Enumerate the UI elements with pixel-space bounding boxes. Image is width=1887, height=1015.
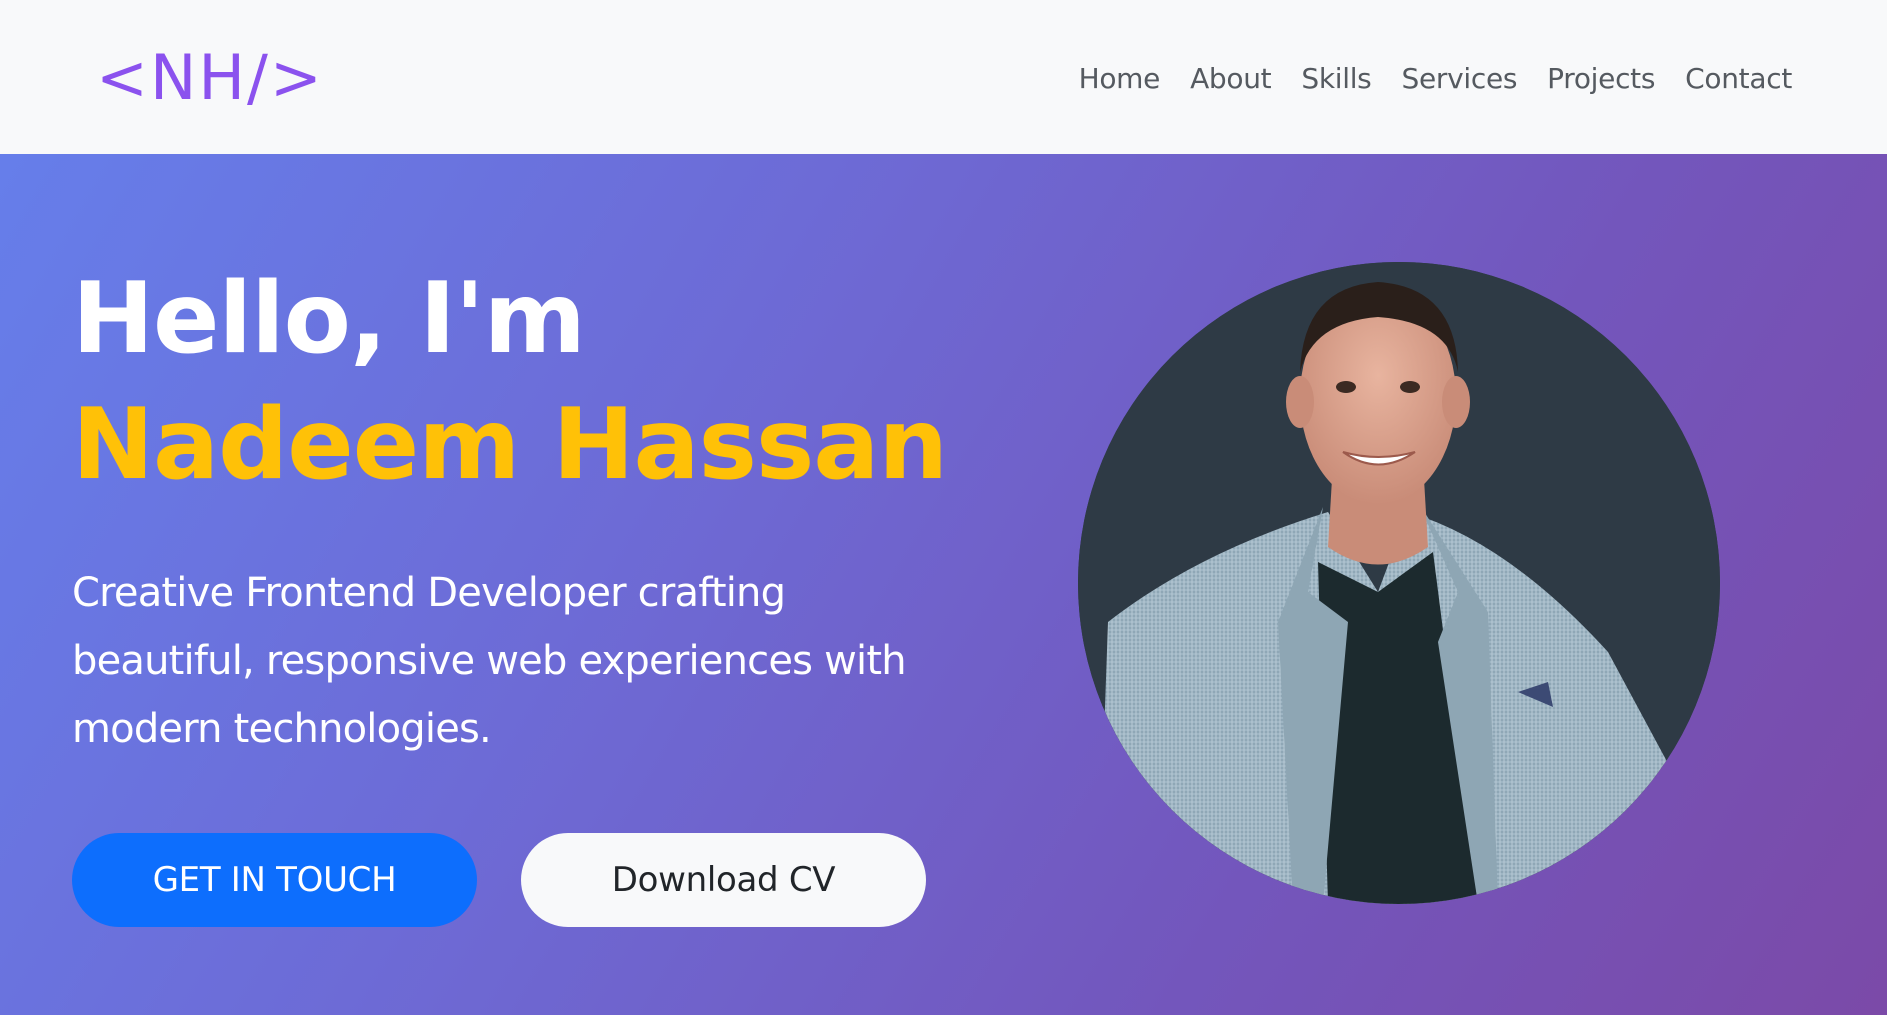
navbar: <NH/> Home About Skills Services Project… xyxy=(0,0,1887,154)
get-in-touch-button[interactable]: GET IN TOUCH xyxy=(72,833,477,927)
nav-link-projects[interactable]: Projects xyxy=(1547,62,1655,95)
logo[interactable]: <NH/> xyxy=(96,47,324,109)
nav-link-services[interactable]: Services xyxy=(1401,62,1517,95)
nav-links: Home About Skills Services Projects Cont… xyxy=(1079,62,1793,95)
nav-link-skills[interactable]: Skills xyxy=(1301,62,1371,95)
nav-link-contact[interactable]: Contact xyxy=(1685,62,1792,95)
nav-link-about[interactable]: About xyxy=(1190,62,1272,95)
hero-tagline: Creative Frontend Developer crafting bea… xyxy=(72,570,907,752)
hero-name: Nadeem Hassan xyxy=(72,388,948,502)
nav-link-home[interactable]: Home xyxy=(1079,62,1161,95)
hero-greeting: Hello, I'm xyxy=(72,262,586,376)
profile-photo-illustration xyxy=(1078,262,1720,904)
hero-section: Hello, I'm Nadeem Hassan Creative Fronte… xyxy=(0,154,1887,1015)
profile-photo xyxy=(1078,262,1720,904)
download-cv-button[interactable]: Download CV xyxy=(521,833,926,927)
